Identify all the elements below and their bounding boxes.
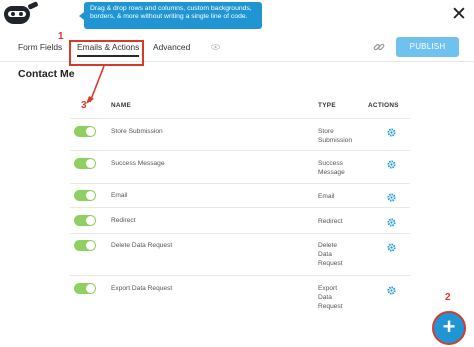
table-row: Export Data Request Export Data Request	[70, 275, 410, 317]
table-row: Store Submission Store Submission	[70, 118, 410, 150]
row-name: Success Message	[111, 160, 165, 167]
column-header-actions: ACTIONS	[368, 102, 399, 109]
row-type: Delete Data Request	[318, 242, 343, 267]
eye-icon[interactable]	[211, 44, 220, 50]
add-action-button[interactable]: +	[432, 311, 466, 345]
row-name: Store Submission	[111, 128, 163, 135]
builder-tooltip: Drag & drop rows and columns, custom bac…	[79, 2, 262, 29]
annotation-number: 2	[445, 292, 451, 303]
table-row: Success Message Success Message	[70, 150, 410, 183]
column-header-type: TYPE	[318, 102, 336, 109]
row-type: Store Submission	[318, 128, 353, 144]
action-toggle[interactable]	[74, 190, 96, 201]
row-name: Export Data Request	[111, 285, 173, 292]
gear-icon[interactable]	[387, 193, 396, 202]
close-icon[interactable]: ✕	[447, 3, 471, 27]
gear-icon[interactable]	[387, 160, 396, 169]
gear-icon[interactable]	[387, 128, 396, 137]
row-type: Email	[318, 193, 335, 200]
plus-icon: +	[442, 314, 456, 339]
row-name: Email	[111, 192, 128, 199]
action-toggle[interactable]	[74, 126, 96, 137]
row-type: Redirect	[318, 218, 343, 225]
row-name: Delete Data Request	[111, 242, 173, 249]
table-row: Delete Data Request Delete Data Request	[70, 233, 410, 275]
row-type: Success Message	[318, 160, 345, 176]
column-header-name: NAME	[111, 102, 132, 109]
actions-table-header: NAME TYPE ACTIONS	[70, 100, 410, 116]
publish-button[interactable]: PUBLISH	[396, 37, 459, 57]
form-title: Contact Me	[18, 68, 75, 80]
link-icon[interactable]	[373, 41, 385, 53]
gear-icon[interactable]	[387, 243, 396, 252]
action-toggle[interactable]	[74, 158, 96, 169]
action-toggle[interactable]	[74, 215, 96, 226]
gear-icon[interactable]	[387, 286, 396, 295]
table-row: Redirect Redirect	[70, 207, 410, 233]
row-type: Export Data Request	[318, 285, 343, 310]
tab-form-fields[interactable]: Form Fields	[18, 42, 62, 52]
gear-icon[interactable]	[387, 218, 396, 227]
tab-advanced[interactable]: Advanced	[153, 42, 190, 52]
action-toggle[interactable]	[74, 240, 96, 251]
table-row: Email Email	[70, 183, 410, 207]
top-bar: Drag & drop rows and columns, custom bac…	[0, 0, 474, 30]
row-name: Redirect	[111, 217, 136, 224]
ninja-logo-icon	[0, 0, 39, 30]
annotation-number: 1	[58, 31, 64, 42]
action-toggle[interactable]	[74, 283, 96, 294]
